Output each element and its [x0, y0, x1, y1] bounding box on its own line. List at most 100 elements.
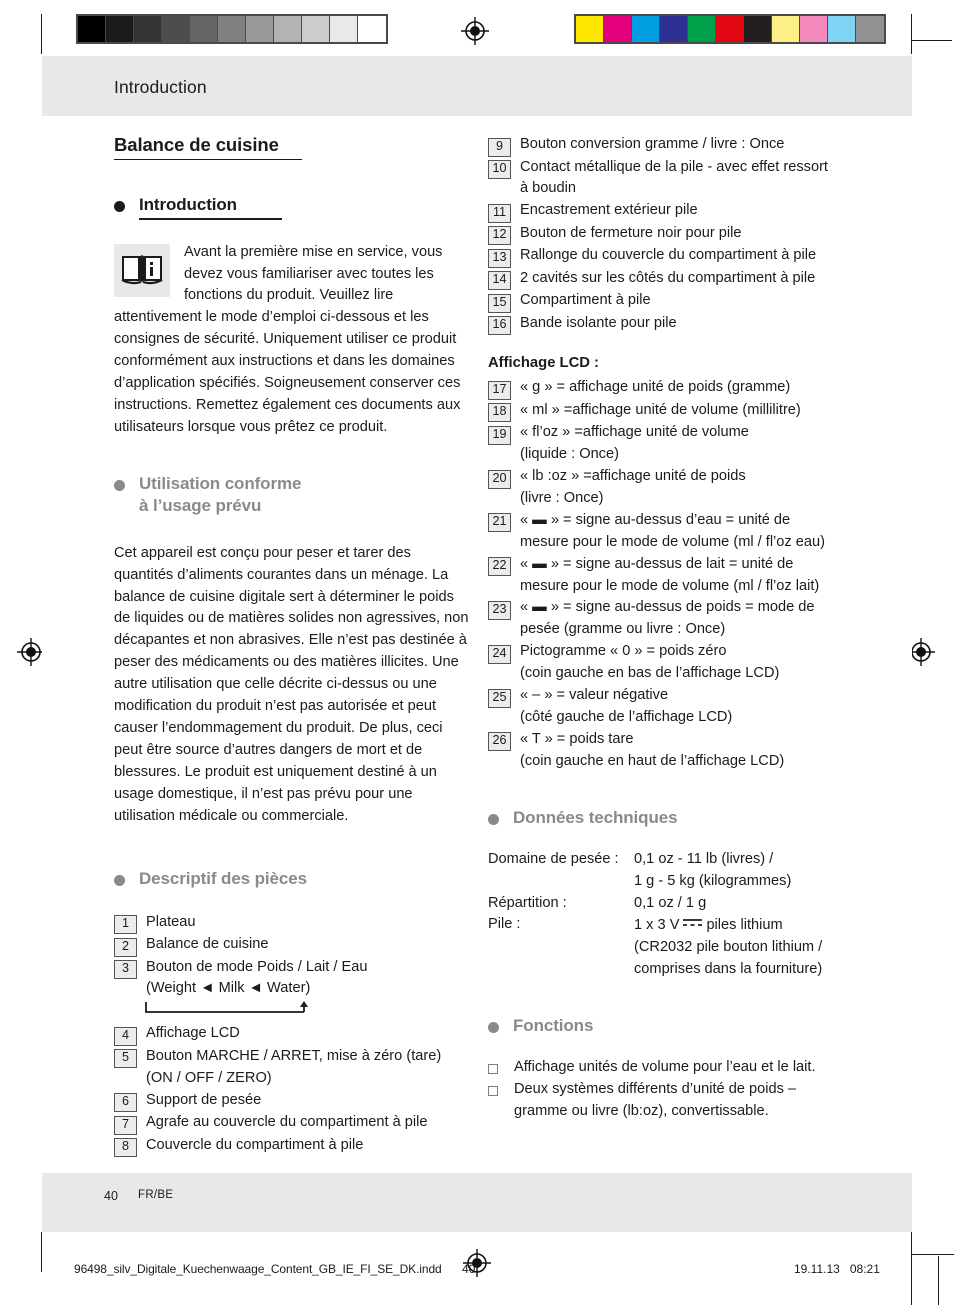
item-number-badge: 9: [488, 137, 511, 157]
item-number-badge: 3: [114, 960, 137, 980]
technical-data-value: (CR2032 pile bouton lithium /: [634, 939, 823, 956]
crop-mark-left-vertical-bottom: [41, 1232, 43, 1272]
right-column: 9 Bouton conversion gramme / livre : Once…: [488, 134, 843, 1123]
section-heading-label: Fonctions: [513, 1015, 594, 1035]
bullet-dot-icon: [114, 874, 125, 886]
numbered-list-item: 7 Agrafe au couvercle du compartiment à p…: [114, 1112, 469, 1135]
item-number-badge: 26: [488, 732, 511, 752]
technical-data-key: Domaine de pesée :: [488, 850, 619, 867]
grayscale-patch: [330, 16, 358, 42]
item-label: Agrafe au couvercle du compartiment à pi…: [146, 1114, 428, 1131]
page-header-band: Introduction: [42, 56, 912, 116]
color-patch: [576, 16, 604, 42]
technical-data-key: [488, 871, 634, 893]
crop-mark-far-right-vertical: [938, 1256, 940, 1305]
technical-data-row: 1 g - 5 kg (kilogrammes): [488, 871, 843, 893]
footer-language-code: FR/BE: [138, 1189, 174, 1201]
intended-use-paragraph: Cet appareil est conçu pour peser et tar…: [114, 544, 469, 824]
registration-target-icon-top: [460, 16, 490, 46]
technical-data-row: comprises dans la fourniture): [488, 959, 843, 981]
crop-mark-right-vertical-top: [911, 14, 913, 54]
registration-target-icon-bottom: [462, 1248, 492, 1278]
item-label: 2 cavités sur les côtés du compartiment …: [520, 269, 816, 286]
introduction-heading-underline: [139, 218, 282, 220]
grayscale-patch: [106, 16, 134, 42]
item-label: Contact métallique de la pile - avec eff…: [520, 158, 828, 197]
section-introduction-heading: Introduction: [114, 194, 469, 216]
color-patch: [828, 16, 856, 42]
item-label: Pictogramme « 0 » = poids zéro (coin gauc…: [520, 643, 780, 682]
section-parts-heading: Descriptif des pièces: [114, 868, 469, 890]
item-label: « ▬ » = signe au-dessus de lait = unité …: [520, 555, 820, 594]
dc-current-icon: [682, 914, 703, 936]
numbered-list-item: 26 « T » = poids tare (coin gauche en haut…: [488, 729, 843, 773]
item-label: « – » = valeur négative (côté gauche de l…: [520, 687, 733, 725]
numbered-list-item: 21 « ▬ » = signe au-dessus d’eau = unité …: [488, 510, 843, 554]
crop-mark-right-horizontal-bottom: [912, 1254, 954, 1256]
function-list-label: Affichage unités de volume pour l’eau et…: [514, 1058, 816, 1075]
numbered-list-item: 1 Plateau: [114, 912, 469, 935]
item-number-badge: 21: [488, 513, 511, 533]
technical-data-value: 0,1 oz - 11 lb (livres) /: [634, 850, 774, 867]
grayscale-patch: [302, 16, 330, 42]
document-page: Introduction Balance de cuisine Introduc…: [42, 56, 912, 1232]
imprint-filename: 96498_silv_Digitale_Kuechenwaage_Content…: [74, 1262, 442, 1276]
page-footer-band: 40 FR/BE: [42, 1173, 912, 1232]
numbered-list-item: 13 Rallonge du couvercle du compartiment …: [488, 245, 843, 268]
technical-data-row: Pile : 1 x 3 Vpiles lithium: [488, 914, 843, 937]
grayscale-patch: [78, 16, 106, 42]
technical-data-row: Répartition : 0,1 oz / 1 g: [488, 893, 843, 915]
item-number-badge: 5: [114, 1049, 137, 1069]
square-bullet-icon: [488, 1085, 498, 1096]
item-number-badge: 24: [488, 644, 511, 664]
numbered-list-item: 6 Support de pesée: [114, 1090, 469, 1113]
numbered-list-item: 10 Contact métallique de la pile - avec e…: [488, 157, 843, 201]
item-label: Support de pesée: [146, 1091, 262, 1108]
item-number-badge: 22: [488, 557, 511, 577]
technical-data-table: Domaine de pesée : 0,1 oz - 11 lb (livres…: [488, 849, 843, 981]
numbered-list-item: 12 Bouton de fermeture noir pour pile: [488, 223, 843, 246]
crop-mark-right-horizontal-top: [912, 40, 952, 42]
item-label: Bouton de fermeture noir pour pile: [520, 224, 742, 241]
item-number-badge: 8: [114, 1138, 137, 1158]
numbered-list-item: 20 « lb :oz » =affichage unité de poids (l…: [488, 466, 843, 510]
item-label: « g » = affichage unité de poids (gramme…: [520, 379, 791, 396]
function-list-item: Deux systèmes différents d’unité de poid…: [488, 1079, 843, 1123]
function-list-label: Deux systèmes différents d’unité de poid…: [514, 1080, 797, 1119]
item-label: « ▬ » = signe au-dessus d’eau = unité de…: [520, 511, 825, 550]
technical-data-value: 0,1 oz / 1 g: [634, 894, 707, 911]
parts-list-right: 9 Bouton conversion gramme / livre : Once…: [488, 134, 843, 336]
parts-list-left: 1 Plateau 2 Balance de cuisine 3 Bouton de mo…: [114, 912, 469, 1158]
numbered-list-item: 17 « g » = affichage unité de poids (gram…: [488, 377, 843, 400]
item-number-badge: 15: [488, 293, 511, 313]
numbered-list-item: 14 2 cavités sur les côtés du compartimen…: [488, 268, 843, 291]
color-patch: [604, 16, 632, 42]
crop-mark-left-vertical-top: [41, 14, 43, 54]
section-technical-data-heading: Données techniques: [488, 807, 843, 829]
numbered-list-item: 24 Pictogramme « 0 » = poids zéro (coin ga…: [488, 641, 843, 685]
left-column: Balance de cuisine Introduction Avant la…: [114, 134, 469, 1158]
mode-cycle-arrow-icon: [144, 1001, 469, 1015]
bullet-dot-icon: [114, 479, 125, 491]
item-number-badge: 14: [488, 271, 511, 291]
introduction-block: Avant la première mise en service, vous …: [114, 242, 469, 439]
footer-page-number: 40: [104, 1189, 118, 1203]
numbered-list-item: 15 Compartiment à pile: [488, 290, 843, 313]
color-patch: [688, 16, 716, 42]
section-heading-label: Données techniques: [513, 807, 678, 827]
item-number-badge: 16: [488, 316, 511, 336]
lcd-subheading: Affichage LCD :: [488, 355, 599, 372]
item-number-badge: 18: [488, 403, 511, 423]
crop-mark-right-vertical-bottom: [911, 1232, 913, 1305]
item-number-badge: 20: [488, 469, 511, 489]
technical-data-key: [488, 959, 634, 981]
section-heading-label: Introduction: [139, 195, 237, 215]
bullet-dot-icon: [488, 813, 499, 825]
color-patch: [660, 16, 688, 42]
grayscale-patch: [218, 16, 246, 42]
lcd-list: 17 « g » = affichage unité de poids (gram…: [488, 377, 843, 773]
item-label: Balance de cuisine: [146, 936, 269, 953]
item-label: Couvercle du compartiment à pile: [146, 1136, 364, 1153]
item-number-badge: 2: [114, 937, 137, 957]
item-number-badge: 10: [488, 160, 511, 179]
